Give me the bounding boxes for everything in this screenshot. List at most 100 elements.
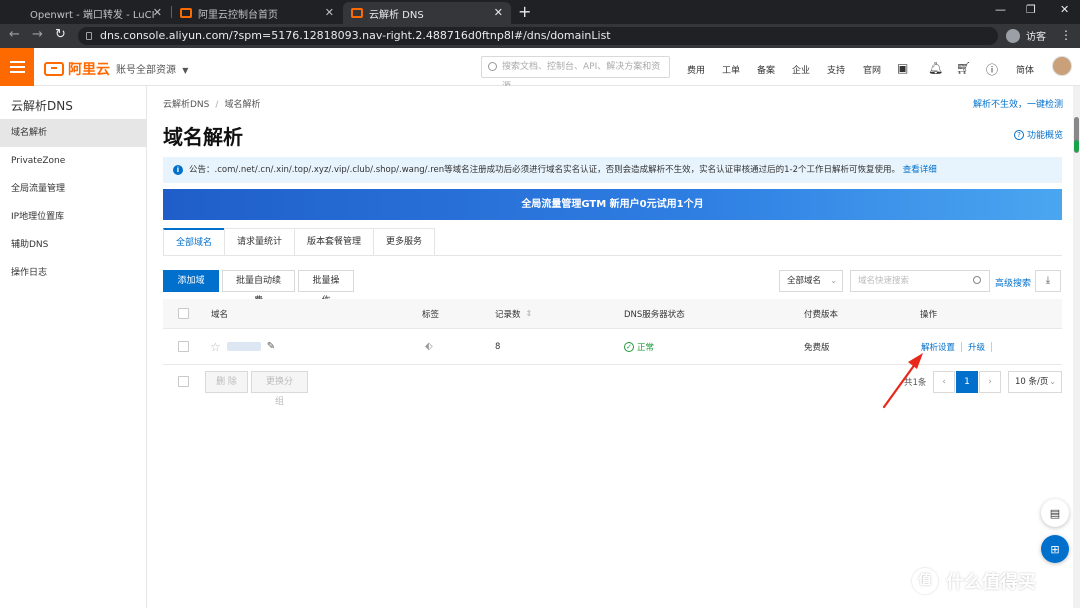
back-icon[interactable]: ← <box>9 27 20 42</box>
chevron-down-icon: ⌄ <box>1049 377 1056 386</box>
col-dns-status: DNS服务器状态 <box>624 309 685 320</box>
profile-button[interactable]: 访客 <box>1006 28 1046 43</box>
browser-tab-dns[interactable]: 云解析 DNS ✕ <box>343 2 511 24</box>
feature-overview-link[interactable]: ? 功能概览 <box>1013 128 1063 141</box>
close-icon[interactable]: ✕ <box>494 6 503 19</box>
col-domain: 域名 <box>211 309 229 320</box>
resolve-settings-link[interactable]: 解析设置 <box>921 341 955 353</box>
edit-icon[interactable]: ✎ <box>267 341 275 352</box>
account-resource-dropdown[interactable]: 账号全部资源 ▼ <box>116 61 188 76</box>
sidebar-item-secondary-dns[interactable]: 辅助DNS <box>0 231 146 259</box>
nav-support[interactable]: 支持 <box>827 63 845 76</box>
advanced-search-link[interactable]: 高级搜索 <box>995 276 1031 289</box>
nav-icp[interactable]: 备案 <box>757 63 775 76</box>
page-size-select[interactable]: 10 条/页 ⌄ <box>1008 371 1062 393</box>
apps-grid-icon[interactable]: ⊞ <box>1041 535 1069 563</box>
url-field[interactable]: dns.console.aliyun.com/?spm=5176.1281809… <box>78 27 998 45</box>
col-tag: 标签 <box>422 309 440 320</box>
sidebar-item-ip-geo[interactable]: IP地理位置库 <box>0 203 146 231</box>
sidebar-item-operation-log[interactable]: 操作日志 <box>0 259 146 287</box>
main-content: 云解析DNS / 域名解析 解析不生效，一键检测 域名解析 ? 功能概览 i 公告：… <box>147 86 1080 608</box>
page-next-icon[interactable]: › <box>979 371 1001 393</box>
one-click-check-link[interactable]: 解析不生效，一键检测 <box>973 97 1063 110</box>
tag-icon[interactable]: ⬖ <box>425 341 433 352</box>
domain-search-placeholder: 域名快速搜索 <box>858 276 910 286</box>
browser-tab-aliyun-home[interactable]: 阿里云控制台首页 ✕ <box>172 2 342 24</box>
user-avatar[interactable] <box>1052 56 1072 76</box>
star-icon[interactable]: ☆ <box>210 340 221 354</box>
aliyun-favicon-icon <box>180 8 192 18</box>
maximize-icon[interactable]: ❐ <box>1026 3 1036 16</box>
domain-search-input[interactable]: 域名快速搜索 <box>850 270 990 292</box>
notification-bell-icon[interactable]: 🔔︎ <box>928 61 943 75</box>
change-group-button[interactable]: 更换分组 <box>251 371 308 407</box>
nav-enterprise[interactable]: 企业 <box>792 63 810 76</box>
batch-auto-renew-button[interactable]: 批量自动续费 <box>222 270 295 306</box>
upgrade-link[interactable]: 升级 <box>968 341 985 353</box>
tab-all-domains[interactable]: 全部域名 <box>163 228 226 256</box>
tab-plan-management[interactable]: 版本套餐管理 <box>294 228 375 256</box>
search-icon <box>488 62 497 71</box>
nav-fee[interactable]: 费用 <box>687 63 705 76</box>
footer-select-checkbox[interactable] <box>178 376 189 387</box>
url-text: dns.console.aliyun.com/?spm=5176.1281809… <box>100 29 611 42</box>
browser-tab-openwrt[interactable]: Openwrt - 端口转发 - LuCI ✕ <box>0 2 170 24</box>
site-watermark: 值 什么值得买 <box>912 568 1036 594</box>
new-tab-icon[interactable]: + <box>518 2 531 21</box>
page-current[interactable]: 1 <box>956 371 978 393</box>
delete-button[interactable]: 删 除 <box>205 371 248 393</box>
search-icon <box>973 276 981 284</box>
actions-cell: 解析设置 升级 <box>921 329 998 364</box>
reload-icon[interactable]: ↻ <box>55 27 66 42</box>
feedback-chat-icon[interactable]: ▤ <box>1041 499 1069 527</box>
close-icon[interactable]: ✕ <box>153 6 162 19</box>
row-checkbox[interactable] <box>178 329 189 364</box>
nav-ticket[interactable]: 工单 <box>722 63 740 76</box>
overview-label: 功能概览 <box>1026 131 1063 141</box>
minimize-icon[interactable]: — <box>995 3 1006 16</box>
tab-more-services[interactable]: 更多服务 <box>373 228 436 256</box>
page-scrollbar[interactable] <box>1073 86 1080 608</box>
page-prev-icon[interactable]: ‹ <box>933 371 955 393</box>
domain-name-redacted[interactable] <box>226 342 261 351</box>
aliyun-logo-icon <box>44 62 64 76</box>
global-search-input[interactable]: 搜索文档、控制台、API、解决方案和资源 <box>481 56 670 92</box>
col-record-count[interactable]: 记录数 ⇕ <box>495 299 532 328</box>
page-title: 域名解析 <box>163 125 243 149</box>
aliyun-logo[interactable]: 阿里云 <box>44 59 110 79</box>
sidebar-item-global-traffic[interactable]: 全局流量管理 <box>0 175 146 203</box>
browser-menu-icon[interactable]: ⋮ <box>1060 28 1072 42</box>
announcement-detail-link[interactable]: 查看详细 <box>903 165 937 175</box>
breadcrumb-item-dns[interactable]: 云解析DNS <box>163 100 209 110</box>
tab-request-stats[interactable]: 请求量统计 <box>224 228 296 256</box>
close-icon[interactable]: ✕ <box>325 6 334 19</box>
nav-official-site[interactable]: 官网 <box>863 63 881 76</box>
add-domain-button[interactable]: 添加域名 <box>163 270 219 306</box>
menu-toggle-button[interactable] <box>0 48 34 86</box>
batch-operation-button[interactable]: 批量操作 <box>298 270 354 306</box>
gtm-promo-banner[interactable]: 全局流量管理GTM 新用户0元试用1个月 <box>163 189 1062 220</box>
sidebar-item-domain-resolution[interactable]: 域名解析 <box>0 119 146 147</box>
logo-text: 阿里云 <box>68 62 110 78</box>
announcement-bar: i 公告：.com/.net/.cn/.xin/.top/.xyz/.vip/.… <box>163 157 1062 183</box>
select-all-checkbox[interactable] <box>178 299 189 328</box>
caret-down-icon: ▼ <box>182 66 189 75</box>
language-switch[interactable]: 简体 <box>1016 63 1034 76</box>
tab-label: Openwrt - 端口转发 - LuCI <box>30 9 155 21</box>
sidebar-title: 云解析DNS <box>11 99 73 113</box>
sidebar-item-privatezone[interactable]: PrivateZone <box>0 147 146 175</box>
lock-icon <box>86 32 92 40</box>
forward-icon[interactable]: → <box>32 27 43 42</box>
domain-cell: ☆ ✎ <box>210 329 275 364</box>
col-record-count-label: 记录数 <box>495 309 521 320</box>
domain-filter-select[interactable]: 全部域名 ⌄ <box>779 270 843 292</box>
watermark-text: 什么值得买 <box>946 572 1036 593</box>
cart-icon[interactable]: 🛒︎ <box>956 61 971 75</box>
window-close-icon[interactable]: ✕ <box>1060 3 1069 16</box>
help-icon[interactable]: ⓘ <box>986 61 998 78</box>
page-size-value: 10 条/页 <box>1015 377 1049 387</box>
download-icon[interactable]: ⤓ <box>1035 270 1061 292</box>
terminal-icon[interactable]: ▣ <box>897 61 908 75</box>
profile-label: 访客 <box>1026 32 1046 43</box>
tab-label: 阿里云控制台首页 <box>198 9 278 21</box>
